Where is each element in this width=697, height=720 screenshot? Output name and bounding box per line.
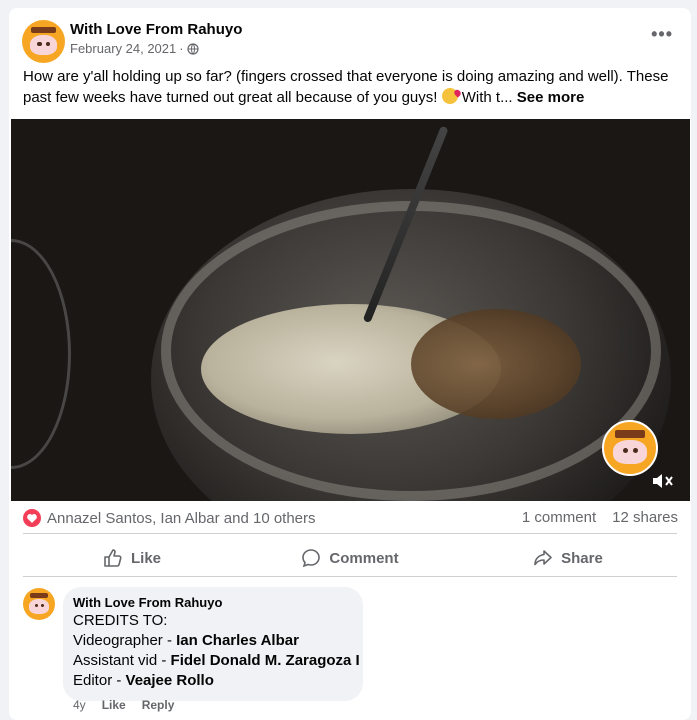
post-date[interactable]: February 24, 2021 · bbox=[70, 41, 199, 56]
comment-line-role: Videographer - bbox=[73, 632, 177, 649]
comment-like-button[interactable]: Like bbox=[102, 698, 126, 712]
post-date-text[interactable]: February 24, 2021 bbox=[70, 41, 176, 56]
comment-line-name: Ian Charles Albar bbox=[176, 632, 299, 649]
comment-icon bbox=[302, 549, 321, 568]
reaction-summary[interactable]: Annazel Santos, Ian Albar and 10 others bbox=[23, 509, 316, 527]
comment-line: Editor - Veajee Rollo bbox=[73, 671, 353, 691]
page-name-link[interactable]: With Love From Rahuyo bbox=[70, 21, 242, 38]
comment-button[interactable]: Comment bbox=[241, 540, 459, 576]
reaction-names[interactable]: Annazel Santos, Ian Albar and 10 others bbox=[47, 510, 316, 527]
divider bbox=[23, 576, 677, 577]
comment-reply-button[interactable]: Reply bbox=[142, 698, 175, 712]
post-stats: 1 comment 12 shares bbox=[522, 509, 678, 526]
share-button[interactable]: Share bbox=[459, 540, 677, 576]
mute-icon[interactable] bbox=[651, 471, 675, 491]
comment-line: CREDITS TO: bbox=[73, 611, 353, 631]
video-frame-whisk-shadow bbox=[411, 309, 581, 419]
comment-age[interactable]: 4y bbox=[73, 698, 86, 712]
comment-count[interactable]: 1 comment bbox=[522, 509, 596, 526]
comment-line: Videographer - Ian Charles Albar bbox=[73, 631, 353, 651]
post-body-tail: With t... bbox=[461, 89, 513, 106]
comment-author-avatar[interactable] bbox=[23, 588, 55, 620]
date-separator: · bbox=[179, 41, 184, 56]
like-label[interactable]: Like bbox=[131, 550, 161, 567]
comment-line-text: CREDITS TO: bbox=[73, 612, 168, 629]
video-player[interactable] bbox=[11, 119, 690, 501]
share-label[interactable]: Share bbox=[561, 550, 603, 567]
globe-icon bbox=[186, 42, 199, 55]
video-watermark-logo bbox=[602, 420, 658, 476]
love-reaction-icon bbox=[23, 509, 41, 527]
comment-label[interactable]: Comment bbox=[329, 550, 398, 567]
divider bbox=[23, 533, 677, 534]
comment-bubble: With Love From Rahuyo CREDITS TO: Videog… bbox=[63, 587, 363, 701]
comment-line: Assistant vid - Fidel Donald M. Zaragoza… bbox=[73, 651, 360, 671]
comment-author[interactable]: With Love From Rahuyo bbox=[73, 595, 353, 611]
smiling-face-with-hearts-emoji bbox=[441, 88, 458, 104]
action-bar: Like Comment Share bbox=[23, 540, 677, 576]
more-icon[interactable]: ••• bbox=[651, 24, 673, 45]
comment-line-name: Fidel Donald M. Zaragoza I bbox=[170, 652, 360, 669]
like-icon bbox=[104, 549, 122, 567]
see-more-link[interactable]: See more bbox=[517, 89, 585, 106]
like-button[interactable]: Like bbox=[23, 540, 241, 576]
comment-line-role: Editor - bbox=[73, 672, 126, 689]
comment-line-role: Assistant vid - bbox=[73, 652, 171, 669]
page-avatar[interactable] bbox=[22, 20, 65, 63]
video-frame-detail bbox=[11, 239, 71, 469]
post-text: How are y'all holding up so far? (finger… bbox=[23, 66, 683, 108]
comment-meta: 4y Like Reply bbox=[73, 698, 174, 712]
comment-line-name: Veajee Rollo bbox=[125, 672, 214, 689]
post-card: With Love From Rahuyo February 24, 2021 … bbox=[9, 8, 691, 720]
share-count[interactable]: 12 shares bbox=[612, 509, 678, 526]
share-icon bbox=[534, 550, 552, 566]
